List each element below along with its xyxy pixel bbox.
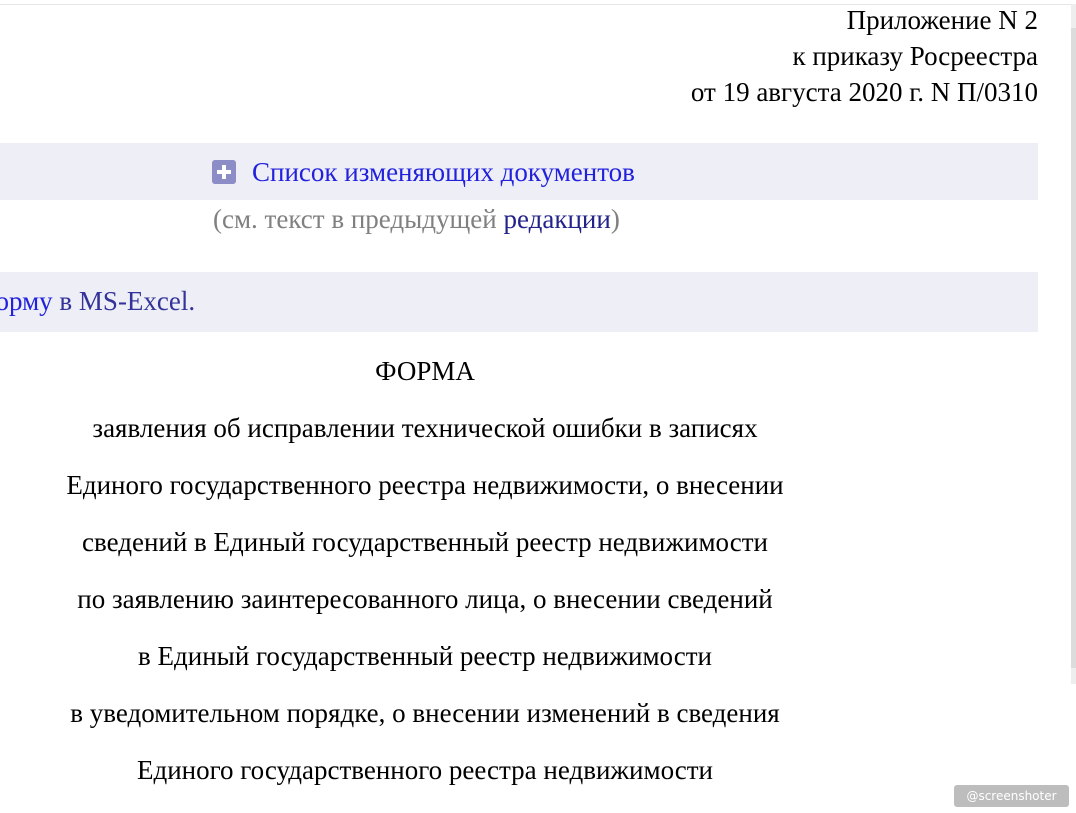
form-subtitle-line: в Единый государственный реестр недвижим… xyxy=(138,641,712,671)
previous-edition-link[interactable]: редакции xyxy=(504,204,611,234)
changing-documents-label[interactable]: Список изменяющих документов xyxy=(252,155,635,189)
document-page: Приложение N 2 к приказу Росреестра от 1… xyxy=(0,0,1076,813)
previous-edition-close: ) xyxy=(610,204,620,234)
form-subtitle-line: в уведомительном порядке, о внесении изм… xyxy=(70,698,780,728)
appendix-order: к приказу Росреестра xyxy=(792,41,1038,71)
excel-note-rest: в MS-Excel. xyxy=(52,286,196,316)
plus-box-icon[interactable] xyxy=(212,160,236,184)
previous-edition-note: (см. текст в предыдущей редакции) xyxy=(213,202,620,236)
form-subtitle-line: по заявлению заинтересованного лица, о в… xyxy=(77,584,773,614)
changing-documents-toggle[interactable]: Список изменяющих документов xyxy=(212,155,635,189)
appendix-header: Приложение N 2 к приказу Росреестра от 1… xyxy=(691,2,1038,110)
form-heading-block: ФОРМА заявления об исправлении техническ… xyxy=(0,343,850,799)
form-title: ФОРМА xyxy=(375,356,475,386)
appendix-number: Приложение N 2 xyxy=(846,5,1038,35)
appendix-date: от 19 августа 2020 г. N П/0310 xyxy=(690,77,1038,107)
form-subtitle-line: сведений в Единый государственный реестр… xyxy=(82,527,768,557)
scrollbar-thumb[interactable] xyxy=(1071,28,1076,668)
excel-download-note: форму в MS-Excel. xyxy=(0,284,195,318)
previous-edition-open: (см. текст в предыдущей xyxy=(213,204,504,234)
form-subtitle-line: Единого государственного реестра недвижи… xyxy=(66,470,784,500)
screenshoter-watermark: @screenshoter xyxy=(954,785,1069,807)
form-subtitle-line: заявления об исправлении технической оши… xyxy=(92,413,758,443)
excel-form-link[interactable]: форму xyxy=(0,286,53,316)
form-subtitle-line: Единого государственного реестра недвижи… xyxy=(136,755,713,785)
